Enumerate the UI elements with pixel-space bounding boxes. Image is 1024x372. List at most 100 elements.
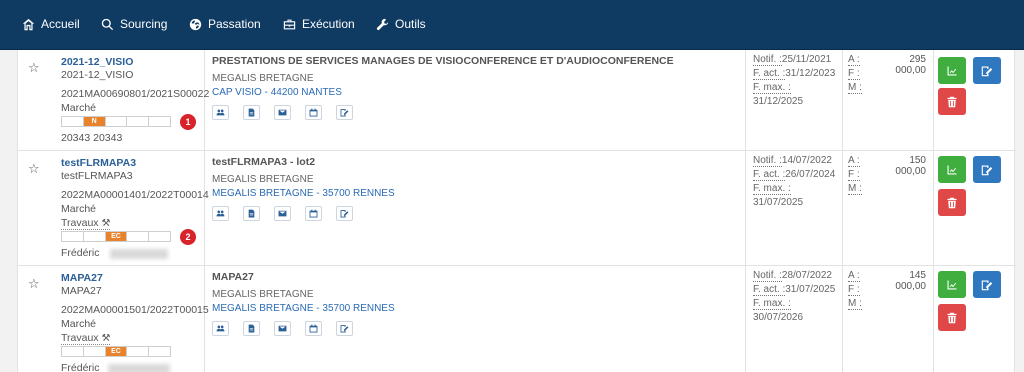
nav-outils[interactable]: Outils <box>376 17 426 31</box>
stats-button[interactable] <box>938 271 966 298</box>
redacted-name <box>108 364 170 372</box>
briefcase-icon <box>283 19 296 29</box>
contract-reference-link[interactable]: testFLRMAPA3 <box>61 157 136 169</box>
envelope-icon <box>278 109 287 116</box>
progress-step <box>83 232 106 241</box>
contract-reference: testFLRMAPA3 <box>61 170 133 182</box>
edit-notes-button[interactable] <box>336 321 353 336</box>
contract-title: MAPA27 <box>212 271 254 283</box>
favorite-star-icon[interactable]: ☆ <box>28 161 40 177</box>
progress-step <box>105 117 128 126</box>
fact-date: F. act. :31/12/2023 <box>753 68 836 80</box>
delete-button[interactable] <box>938 88 966 115</box>
contacts-button[interactable] <box>212 105 229 120</box>
contract-reference: 2021-12_VISIO <box>61 69 134 81</box>
contract-number: 2022MA00001401/2022T00014 <box>61 189 209 201</box>
amount-label-f: F : <box>848 68 860 80</box>
stats-button[interactable] <box>938 156 966 183</box>
contract-title: PRESTATIONS DE SERVICES MANAGES DE VISIO… <box>212 55 674 67</box>
contract-title: testFLRMAPA3 - lot2 <box>212 156 316 168</box>
contacts-button[interactable] <box>212 206 229 221</box>
hammer-icon: ⚒ <box>101 218 111 229</box>
supplier-link[interactable]: MEGALIS BRETAGNE - 35700 RENNES <box>212 188 395 199</box>
progress-step <box>127 347 150 356</box>
contract-reference-link[interactable]: 2021-12_VISIO <box>61 56 133 68</box>
amount-label-m: M : <box>848 82 862 94</box>
delete-button[interactable] <box>938 304 966 331</box>
supplier-link[interactable]: MEGALIS BRETAGNE - 35700 RENNES <box>212 303 395 314</box>
notif-date: Notif. :14/07/2022 <box>753 155 832 167</box>
calendar-icon <box>309 209 318 218</box>
favorite-star-icon[interactable]: ☆ <box>28 276 40 292</box>
document-icon <box>248 108 255 117</box>
wrench-icon <box>376 18 389 30</box>
fmax-date: 31/07/2025 <box>753 197 804 208</box>
users-icon <box>216 210 225 217</box>
contract-number: 2021MA00690801/2021S00022 <box>61 88 210 100</box>
fact-date: F. act. :31/07/2025 <box>753 284 836 296</box>
users-icon <box>216 325 225 332</box>
nav-execution-label: Exécution <box>302 17 355 31</box>
calendar-icon <box>309 324 318 333</box>
documents-button[interactable] <box>243 321 260 336</box>
delete-button[interactable] <box>938 189 966 216</box>
trash-icon <box>947 197 957 208</box>
users-icon <box>216 109 225 116</box>
buyer-name: MEGALIS BRETAGNE <box>212 174 314 185</box>
nav-execution[interactable]: Exécution <box>283 17 355 31</box>
calendar-button[interactable] <box>305 105 322 120</box>
amount-label-f: F : <box>848 284 860 296</box>
status-progress: EC <box>61 231 171 242</box>
amount-label-m: M : <box>848 298 862 310</box>
fmax-label: F. max. : <box>753 298 791 310</box>
nav-passation[interactable]: Passation <box>189 17 261 31</box>
contract-number: 2022MA00001501/2022T00015 <box>61 304 209 316</box>
search-icon <box>101 18 114 30</box>
contract-reference: MAPA27 <box>61 285 102 297</box>
owner: Frédéric <box>61 247 100 259</box>
calendar-button[interactable] <box>305 321 322 336</box>
owner: 20343 20343 <box>61 132 123 144</box>
pen-note-icon <box>981 280 993 290</box>
nav-outils-label: Outils <box>395 17 426 31</box>
mail-button[interactable] <box>274 206 291 221</box>
contract-amount: 295 000,00 <box>895 54 926 76</box>
amount-label-f: F : <box>848 169 860 181</box>
progress-step <box>149 232 170 241</box>
trash-icon <box>947 312 957 323</box>
mail-button[interactable] <box>274 105 291 120</box>
progress-step-active: EC <box>105 347 128 356</box>
buyer-name: MEGALIS BRETAGNE <box>212 73 314 84</box>
pen-note-icon <box>981 165 993 175</box>
nav-sourcing-label: Sourcing <box>120 17 168 31</box>
edit-notes-button[interactable] <box>336 206 353 221</box>
fmax-label: F. max. : <box>753 82 791 94</box>
home-icon <box>22 18 35 30</box>
contract-type: Marché <box>61 203 97 215</box>
edit-notes-button[interactable] <box>336 105 353 120</box>
documents-button[interactable] <box>243 105 260 120</box>
supplier-link[interactable]: CAP VISIO - 44200 NANTES <box>212 87 342 98</box>
calendar-button[interactable] <box>305 206 322 221</box>
contract-category: Travaux ⚒ <box>61 217 111 230</box>
document-icon <box>248 209 255 218</box>
stats-button[interactable] <box>938 57 966 84</box>
progress-step <box>62 117 84 126</box>
nav-accueil[interactable]: Accueil <box>22 17 80 31</box>
mail-button[interactable] <box>274 321 291 336</box>
top-navbar: Accueil Sourcing Passation Exécution Out… <box>0 0 1024 50</box>
edit-button[interactable] <box>973 156 1001 183</box>
contract-category: Travaux ⚒ <box>61 332 111 345</box>
favorite-star-icon[interactable]: ☆ <box>28 60 40 76</box>
progress-step-active: N <box>83 117 106 126</box>
contacts-button[interactable] <box>212 321 229 336</box>
nav-sourcing[interactable]: Sourcing <box>101 17 167 31</box>
table-row: ☆ 2021-12_VISIO 2021-12_VISIO 2021MA0069… <box>18 50 1016 151</box>
contract-reference-link[interactable]: MAPA27 <box>61 272 103 284</box>
contract-type: Marché <box>61 318 97 330</box>
pen-note-icon <box>981 66 993 76</box>
calendar-icon <box>309 108 318 117</box>
edit-button[interactable] <box>973 271 1001 298</box>
edit-button[interactable] <box>973 57 1001 84</box>
documents-button[interactable] <box>243 206 260 221</box>
